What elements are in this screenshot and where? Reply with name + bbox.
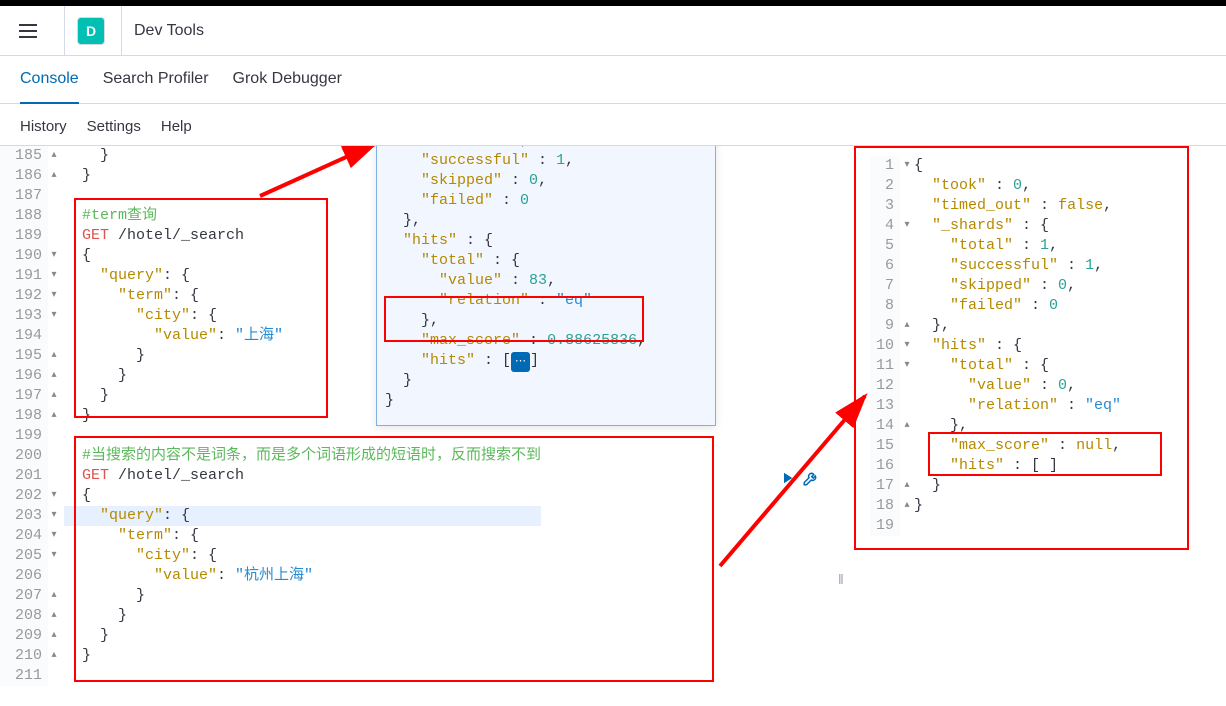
workspace: 1851861871881891901911921931941951961971… <box>0 146 1226 706</box>
divider <box>64 6 65 56</box>
response-gutter: 12345678910111213141516171819 <box>870 156 900 536</box>
main-tabs: Console Search Profiler Grok Debugger <box>0 56 1226 104</box>
app-icon[interactable]: D <box>77 17 105 45</box>
splitter-handle[interactable]: ‖ <box>838 571 844 587</box>
line-gutter: 1851861871881891901911921931941951961971… <box>0 146 48 686</box>
tab-console[interactable]: Console <box>20 56 79 104</box>
app-header: D Dev Tools <box>0 6 1226 56</box>
app-title: Dev Tools <box>134 22 204 40</box>
wrench-icon[interactable] <box>802 469 820 487</box>
request-actions <box>778 469 820 487</box>
subtab-history[interactable]: History <box>20 118 67 135</box>
response-json: "took" : 0, "timed_out" : false, "_shard… <box>385 146 707 411</box>
tab-grok-debugger[interactable]: Grok Debugger <box>233 56 342 104</box>
tab-search-profiler[interactable]: Search Profiler <box>103 56 209 104</box>
subtab-settings[interactable]: Settings <box>87 118 141 135</box>
subtab-help[interactable]: Help <box>161 118 192 135</box>
divider <box>121 6 122 56</box>
response-popup: R "took" : 0, "timed_out" : false, "_sha… <box>376 146 716 426</box>
console-subtabs: History Settings Help <box>0 104 1226 146</box>
fold-gutter: ▴▴▾▾▾▾▴▴▴▴▾▾▾▾▴▴▴▴ <box>48 146 60 686</box>
play-icon[interactable] <box>778 469 796 487</box>
menu-icon[interactable] <box>12 15 44 47</box>
response-fold: ▾▾▴▾▾▴▴▴ <box>900 156 914 536</box>
response-panel: 12345678910111213141516171819 ▾▾▴▾▾▴▴▴ {… <box>870 156 1190 536</box>
response-code[interactable]: { "took" : 0, "timed_out" : false, "_sha… <box>914 156 1121 536</box>
